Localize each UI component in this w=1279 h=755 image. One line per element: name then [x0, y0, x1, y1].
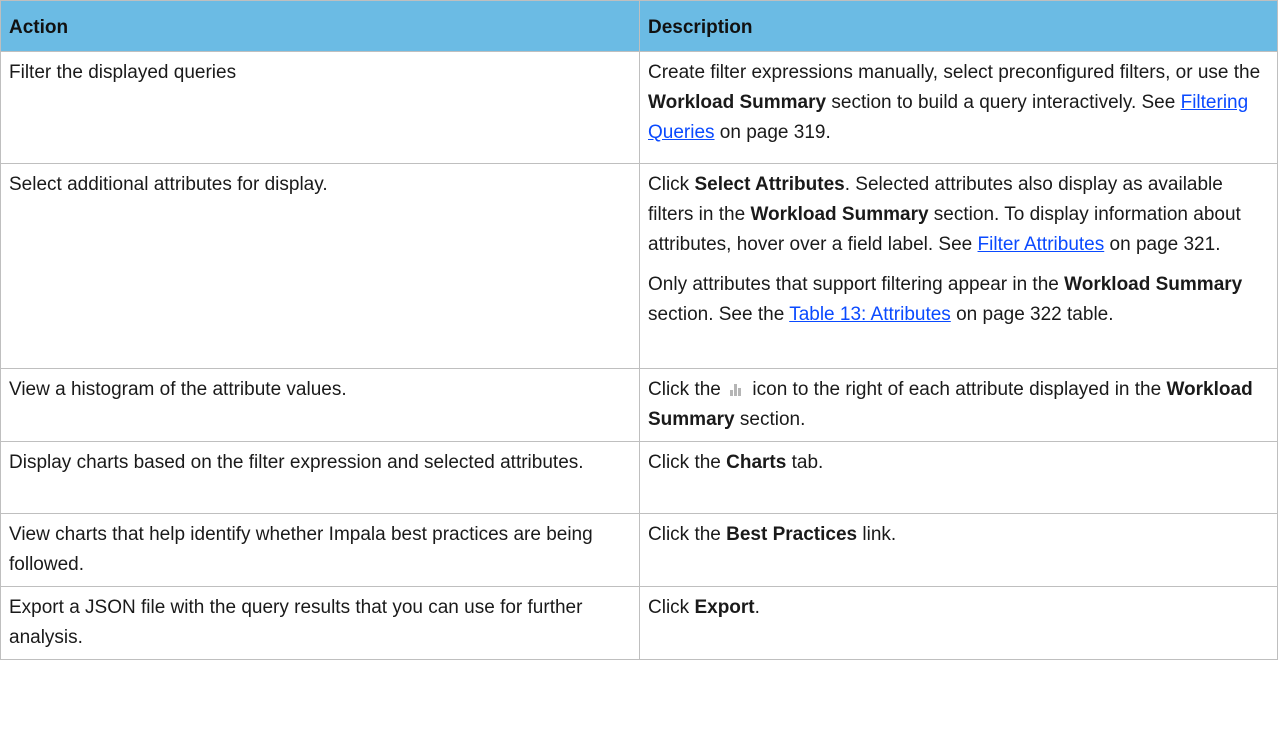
description-text: Click the Charts tab. [648, 452, 824, 473]
description-text: Click the icon to the right of each attr… [648, 379, 1253, 430]
ui-term: Export [694, 597, 755, 618]
description-cell: Click the Best Practices link. [639, 513, 1278, 587]
action-cell: Filter the displayed queries [0, 51, 640, 164]
ui-term: Workload Summary [648, 92, 827, 113]
ui-term: Workload Summary [1064, 274, 1243, 295]
action-cell: View a histogram of the attribute values… [0, 368, 640, 442]
histogram-icon [729, 382, 744, 396]
header-action: Action [0, 0, 640, 52]
description-cell: Click Select Attributes. Selected attrib… [639, 163, 1278, 369]
table-row: Select additional attributes for display… [0, 163, 1278, 369]
ui-term: Charts [726, 452, 787, 473]
header-description: Description [639, 0, 1278, 52]
description-cell: Click the icon to the right of each attr… [639, 368, 1278, 442]
table-row: View charts that help identify whether I… [0, 513, 1278, 587]
description-cell: Click the Charts tab. [639, 441, 1278, 514]
table-header-row: Action Description [0, 0, 1278, 52]
table-row: Display charts based on the filter expre… [0, 441, 1278, 514]
description-cell: Create filter expressions manually, sele… [639, 51, 1278, 164]
description-text: Click Select Attributes. Selected attrib… [648, 174, 1241, 255]
action-cell: View charts that help identify whether I… [0, 513, 640, 587]
table-row: Filter the displayed queries Create filt… [0, 51, 1278, 164]
link-table-13-attributes[interactable]: Table 13: Attributes [789, 304, 951, 325]
link-filter-attributes[interactable]: Filter Attributes [978, 234, 1105, 255]
description-cell: Click Export. [639, 586, 1278, 660]
table-row: View a histogram of the attribute values… [0, 368, 1278, 442]
ui-term: Select Attributes [694, 174, 845, 195]
action-cell: Select additional attributes for display… [0, 163, 640, 369]
description-text: Only attributes that support filtering a… [648, 274, 1243, 325]
ui-term: Best Practices [726, 524, 858, 545]
ui-term: Workload Summary [750, 204, 929, 225]
actions-table: Action Description Filter the displayed … [0, 0, 1278, 660]
description-text: Create filter expressions manually, sele… [648, 62, 1261, 143]
action-cell: Display charts based on the filter expre… [0, 441, 640, 514]
description-text: Click Export. [648, 597, 760, 618]
action-cell: Export a JSON file with the query result… [0, 586, 640, 660]
description-text: Click the Best Practices link. [648, 524, 897, 545]
table-row: Export a JSON file with the query result… [0, 586, 1278, 660]
